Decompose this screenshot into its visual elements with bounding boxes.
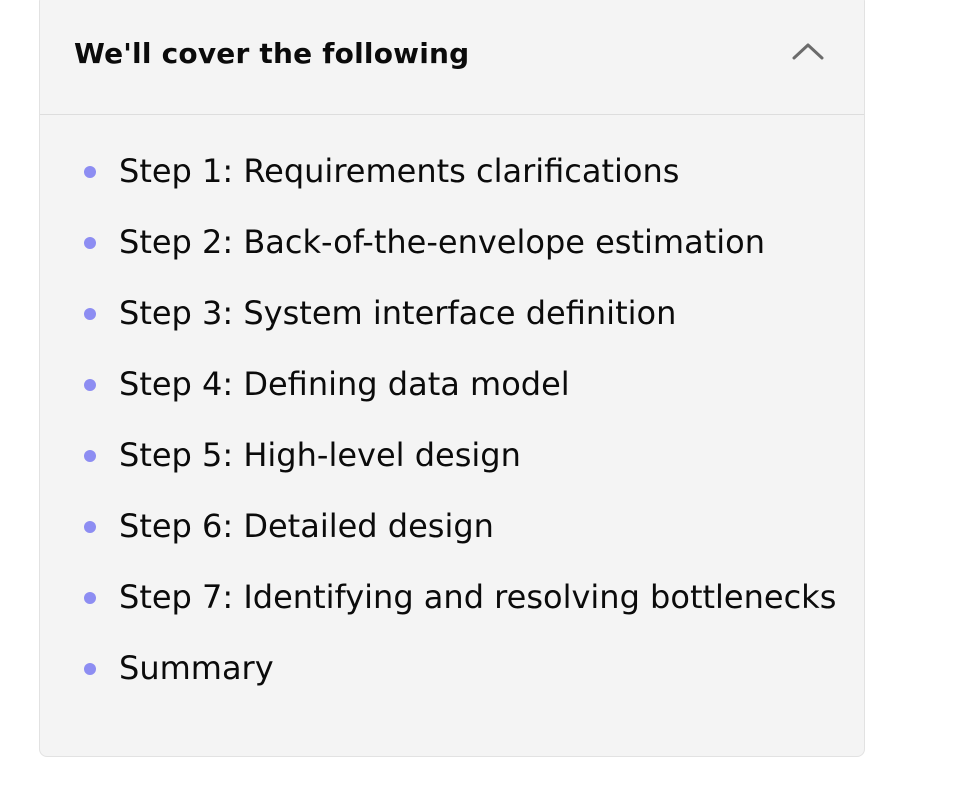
list-item-label: Step 5: High-level design [119,436,521,474]
accordion-header[interactable]: We'll cover the following [40,0,864,115]
chevron-up-icon[interactable] [790,39,826,63]
list-item-label: Step 1: Requirements clarifications [119,152,680,190]
list-item[interactable]: Step 2: Back-of-the-envelope estimation [40,213,864,284]
list-item-label: Step 3: System interface definition [119,294,677,332]
toc-list: Step 1: Requirements clarifications Step… [40,142,864,710]
list-item[interactable]: Step 7: Identifying and resolving bottle… [40,568,864,639]
list-item[interactable]: Step 3: System interface definition [40,284,864,355]
bullet-icon [84,663,96,675]
bullet-icon [84,592,96,604]
list-item-label: Step 4: Defining data model [119,365,570,403]
bullet-icon [84,450,96,462]
list-item-label: Summary [119,649,274,687]
list-item-label: Step 2: Back-of-the-envelope estimation [119,223,765,261]
accordion-title: We'll cover the following [74,37,470,70]
list-item[interactable]: Step 6: Detailed design [40,497,864,568]
bullet-icon [84,379,96,391]
bullet-icon [84,308,96,320]
list-item-label: Step 6: Detailed design [119,507,494,545]
list-item[interactable]: Step 5: High-level design [40,426,864,497]
list-item[interactable]: Summary [40,639,864,710]
toc-accordion: We'll cover the following Step 1: Requir… [39,0,865,757]
bullet-icon [84,166,96,178]
bullet-icon [84,521,96,533]
bullet-icon [84,237,96,249]
list-item[interactable]: Step 4: Defining data model [40,355,864,426]
list-item[interactable]: Step 1: Requirements clarifications [40,142,864,213]
list-item-label: Step 7: Identifying and resolving bottle… [119,578,837,616]
